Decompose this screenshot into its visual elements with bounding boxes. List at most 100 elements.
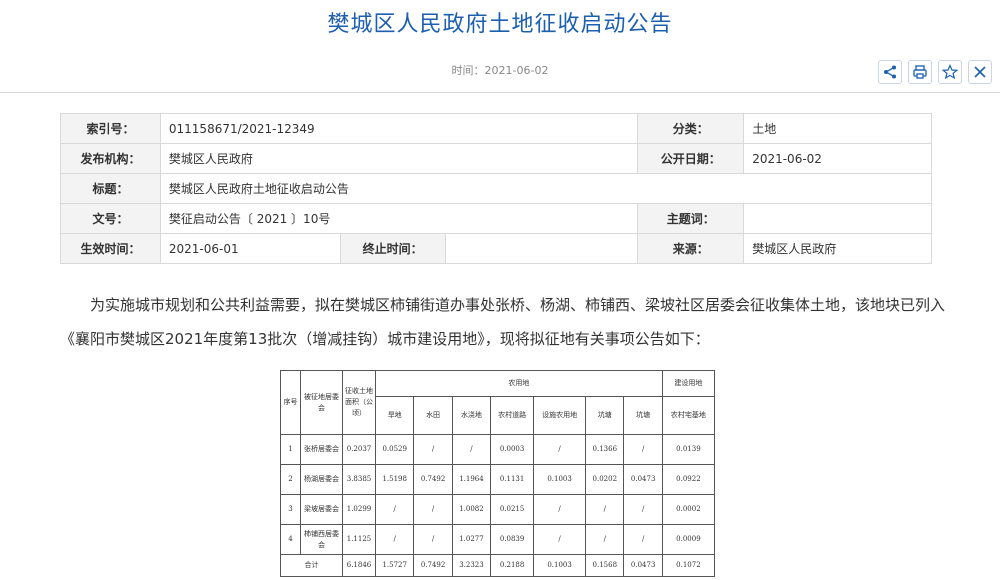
cell: / bbox=[451, 434, 492, 465]
header-col: 坑塘 bbox=[623, 396, 663, 435]
header-construction: 建设用地 bbox=[661, 370, 716, 397]
total-label: 合计 bbox=[280, 554, 343, 577]
cell: 1.0299 bbox=[342, 494, 376, 525]
header-col: 农村道路 bbox=[490, 396, 535, 435]
cell: 梁坡居委会 bbox=[300, 494, 343, 525]
public-date-value: 2021-06-02 bbox=[743, 143, 932, 174]
effective-value: 2021-06-01 bbox=[159, 233, 341, 264]
document-info-table: 索引号： 011158671/2021-12349 分类： 土地 发布机构： 樊… bbox=[60, 113, 933, 264]
cell: 3.2323 bbox=[451, 554, 492, 577]
table-header-row: 序号 被征地居委会 征收土地面积（公顷） 农用地 建设用地 bbox=[280, 370, 716, 435]
cell: 0.2188 bbox=[490, 554, 535, 577]
cell: 1.0277 bbox=[451, 524, 492, 555]
cell: 0.1003 bbox=[533, 554, 587, 577]
publisher-value: 樊城区人民政府 bbox=[159, 143, 639, 174]
cell: 6.1846 bbox=[342, 554, 376, 577]
table-row: 4 柿铺西居委会 1.1125 / / 1.0277 0.0839 / / / … bbox=[280, 524, 716, 555]
header-agri: 农用地 bbox=[375, 370, 663, 397]
cell: 0.1568 bbox=[585, 554, 625, 577]
cell: / bbox=[374, 524, 415, 555]
header-col: 设施农用地 bbox=[533, 396, 587, 435]
header-seq: 序号 bbox=[280, 370, 301, 435]
cell: 0.0473 bbox=[623, 464, 663, 495]
cell: 3.8385 bbox=[342, 464, 376, 495]
public-date-label: 公开日期： bbox=[637, 143, 745, 174]
cell: 张桥居委会 bbox=[300, 434, 343, 465]
index-label: 索引号： bbox=[60, 113, 161, 144]
favorite-button[interactable] bbox=[938, 60, 962, 84]
end-label: 终止时间： bbox=[339, 233, 446, 264]
publish-time: 时间：2021-06-02 bbox=[451, 64, 549, 77]
cell: 2 bbox=[280, 464, 301, 495]
print-button[interactable] bbox=[908, 60, 932, 84]
table-row: 3 梁坡居委会 1.0299 / / 1.0082 0.0215 / / / 0… bbox=[280, 494, 716, 525]
cell: 0.0922 bbox=[661, 464, 716, 495]
doc-no-value: 樊征启动公告〔 2021 〕10号 bbox=[159, 203, 639, 234]
title-value: 樊城区人民政府土地征收启动公告 bbox=[159, 173, 933, 204]
header-col: 农村宅基地 bbox=[661, 396, 716, 435]
header-col: 水田 bbox=[413, 396, 453, 435]
info-row: 发布机构： 樊城区人民政府 公开日期： 2021-06-02 bbox=[60, 143, 932, 174]
cell: / bbox=[623, 434, 663, 465]
cell: 1 bbox=[280, 434, 301, 465]
cell: 0.0009 bbox=[661, 524, 716, 555]
subject-value bbox=[743, 203, 932, 234]
cell: 0.7492 bbox=[413, 554, 453, 577]
cell: / bbox=[623, 494, 663, 525]
info-row: 生效时间： 2021-06-01 终止时间： 来源： 樊城区人民政府 bbox=[60, 233, 932, 264]
subject-label: 主题词： bbox=[637, 203, 745, 234]
info-row: 索引号： 011158671/2021-12349 分类： 土地 bbox=[60, 113, 932, 144]
publisher-label: 发布机构： bbox=[60, 143, 161, 174]
table-total-row: 合计 6.1846 1.5727 0.7492 3.2323 0.2188 0.… bbox=[280, 554, 716, 577]
cell: 1.5727 bbox=[374, 554, 415, 577]
close-button[interactable] bbox=[968, 60, 992, 84]
table-row: 2 杨湖居委会 3.8385 1.5198 0.7492 1.1964 0.11… bbox=[280, 464, 716, 495]
cell: 0.0839 bbox=[490, 524, 535, 555]
close-icon bbox=[974, 66, 986, 78]
cell: / bbox=[374, 494, 415, 525]
page-title: 樊城区人民政府土地征收启动公告 bbox=[327, 12, 673, 37]
cell: 3 bbox=[280, 494, 301, 525]
header-col: 旱地 bbox=[374, 396, 415, 435]
cell: / bbox=[413, 524, 453, 555]
info-row: 文号： 樊征启动公告〔 2021 〕10号 主题词： bbox=[60, 203, 932, 234]
source-label: 来源： bbox=[637, 233, 745, 264]
header-area: 征收土地面积（公顷） bbox=[342, 370, 376, 435]
cell: 0.2037 bbox=[342, 434, 376, 465]
share-button[interactable] bbox=[878, 60, 902, 84]
cell: 0.0215 bbox=[490, 494, 535, 525]
cell: / bbox=[413, 434, 453, 465]
cell: 1.1964 bbox=[451, 464, 492, 495]
header-name: 被征地居委会 bbox=[300, 370, 343, 435]
announcement-paragraph: 为实施城市规划和公共利益需要，拟在樊城区柿铺街道办事处张桥、杨湖、柿铺西、梁坡社… bbox=[60, 296, 946, 348]
header-divider bbox=[0, 92, 1000, 93]
share-icon bbox=[884, 65, 896, 79]
cell: 1.5198 bbox=[374, 464, 415, 495]
cell: 1.1125 bbox=[342, 524, 376, 555]
end-value bbox=[444, 233, 639, 264]
star-icon bbox=[942, 64, 958, 80]
cell: / bbox=[533, 494, 587, 525]
cell: / bbox=[533, 434, 587, 465]
cell: 0.0473 bbox=[623, 554, 663, 577]
cell: 0.0002 bbox=[661, 494, 716, 525]
cell: 4 bbox=[280, 524, 301, 555]
category-label: 分类： bbox=[637, 113, 745, 144]
cell: 0.0139 bbox=[661, 434, 716, 465]
cell: / bbox=[623, 524, 663, 555]
cell: / bbox=[533, 524, 587, 555]
cell: 0.1131 bbox=[490, 464, 535, 495]
info-row: 标题： 樊城区人民政府土地征收启动公告 bbox=[60, 173, 933, 204]
cell: 0.1366 bbox=[585, 434, 625, 465]
cell: 0.1072 bbox=[661, 554, 716, 577]
category-value: 土地 bbox=[743, 113, 932, 144]
cell: / bbox=[585, 524, 625, 555]
cell: 0.0202 bbox=[585, 464, 625, 495]
cell: 柿铺西居委会 bbox=[300, 524, 343, 555]
header-col: 坑塘 bbox=[585, 396, 625, 435]
table-row: 1 张桥居委会 0.2037 0.0529 / / 0.0003 / 0.136… bbox=[280, 434, 716, 465]
source-value: 樊城区人民政府 bbox=[743, 233, 932, 264]
cell: 0.0529 bbox=[374, 434, 415, 465]
index-value: 011158671/2021-12349 bbox=[159, 113, 639, 144]
cell: 杨湖居委会 bbox=[300, 464, 343, 495]
